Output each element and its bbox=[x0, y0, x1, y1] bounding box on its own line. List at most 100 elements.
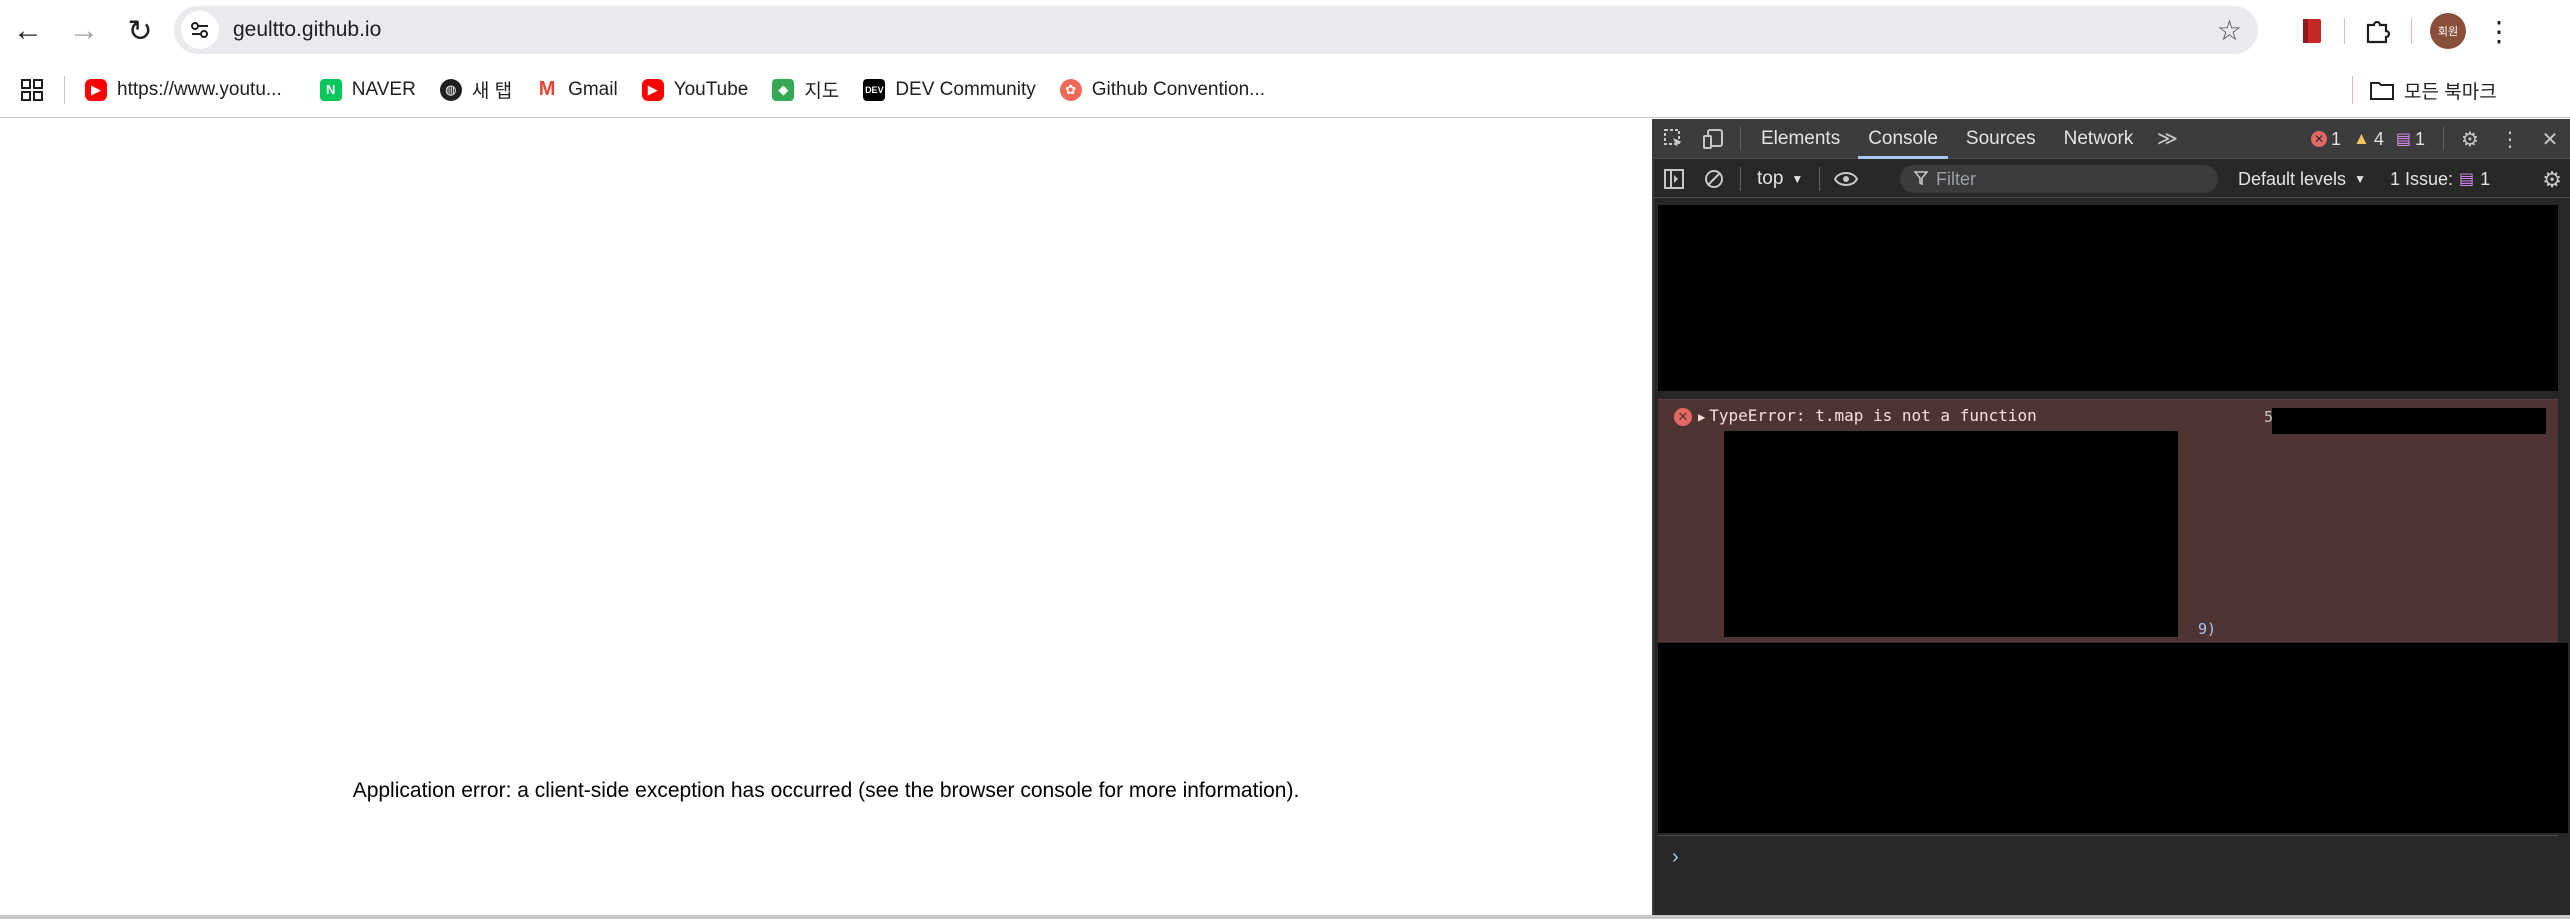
all-bookmarks-label: 모든 북마크 bbox=[2404, 81, 2497, 103]
bookmark-new-tab[interactable]: ◍ 새 탭 bbox=[428, 70, 524, 110]
tab-console[interactable]: Console bbox=[1854, 119, 1952, 159]
url-text[interactable]: geultto.github.io bbox=[233, 18, 381, 42]
error-message-text[interactable]: ▶ TypeError: t.map is not a function bbox=[1698, 406, 2037, 425]
browser-toolbar: ← → ↻ geultto.github.io ☆ 회원 ⋮ bbox=[0, 0, 2570, 62]
warning-count-value: 4 bbox=[2373, 128, 2384, 149]
log-levels-dropdown[interactable]: Default levels ▼ bbox=[2238, 160, 2366, 198]
issues-label: 1 Issue: bbox=[2390, 168, 2454, 189]
tab-network[interactable]: Network bbox=[2050, 119, 2148, 159]
dropdown-arrow-icon: ▼ bbox=[2354, 172, 2366, 186]
error-message-value: TypeError: t.map is not a function bbox=[1709, 406, 2037, 425]
stack-trace-tail[interactable]: 9) bbox=[2198, 620, 2216, 638]
context-selector[interactable]: top ▼ bbox=[1747, 168, 1813, 190]
filter-placeholder: Filter bbox=[1936, 168, 1976, 189]
devtools-panel: Elements Console Sources Network ≫ ✕ 1 ▲… bbox=[1652, 119, 2570, 915]
error-icon: ✕ bbox=[1674, 408, 1692, 426]
console-settings-gear-icon[interactable]: ⚙ bbox=[2542, 167, 2562, 193]
more-tabs-icon[interactable]: ≫ bbox=[2147, 119, 2187, 159]
bookmark-youtube-url[interactable]: ▶ https://www.youtu... bbox=[73, 70, 294, 110]
globe-icon: ◍ bbox=[439, 78, 462, 101]
redacted-stack-trace bbox=[1724, 431, 2178, 637]
error-count[interactable]: ✕ 1 bbox=[2311, 129, 2341, 150]
application-error-text: Application error: a client-side excepti… bbox=[352, 779, 1300, 802]
all-bookmarks-button[interactable]: 모든 북마크 bbox=[2370, 62, 2497, 118]
warning-count[interactable]: ▲ 4 bbox=[2353, 129, 2384, 150]
dropdown-arrow-icon: ▼ bbox=[1791, 171, 1804, 186]
issues-badge-value: 1 bbox=[2480, 168, 2491, 189]
extension-book-icon[interactable] bbox=[2300, 17, 2326, 45]
devtools-divider bbox=[2443, 127, 2444, 151]
github-convention-icon: ✿ bbox=[1059, 78, 1082, 101]
bookmark-github-convention[interactable]: ✿ Github Convention... bbox=[1048, 70, 1277, 110]
redacted-source-link bbox=[2272, 408, 2546, 434]
browser-menu-icon[interactable]: ⋮ bbox=[2484, 3, 2514, 59]
bookmarks-divider bbox=[64, 75, 65, 104]
redacted-console-area bbox=[1658, 205, 2558, 391]
console-error-message[interactable]: ✕ ▶ TypeError: t.map is not a function 5 … bbox=[1658, 399, 2558, 642]
sidebar-toggle-icon[interactable] bbox=[1654, 159, 1694, 199]
more-options-icon[interactable]: ⋮ bbox=[2490, 119, 2530, 159]
context-value: top bbox=[1757, 167, 1784, 189]
folder-icon bbox=[2370, 82, 2394, 100]
console-filter-input[interactable]: Filter bbox=[1900, 165, 2218, 193]
error-count-value: 1 bbox=[2331, 128, 2342, 149]
warning-icon: ▲ bbox=[2353, 129, 2370, 148]
close-devtools-icon[interactable]: ✕ bbox=[2530, 119, 2570, 159]
bookmark-naver[interactable]: N NAVER bbox=[308, 70, 428, 110]
reload-button[interactable]: ↻ bbox=[112, 3, 168, 59]
tune-icon bbox=[191, 22, 208, 38]
bookmarks-divider bbox=[2352, 76, 2353, 104]
issues-counter[interactable]: 1 Issue: ▤ 1 bbox=[2390, 160, 2490, 198]
reload-icon: ↻ bbox=[127, 14, 153, 48]
devtools-tab-bar: Elements Console Sources Network ≫ ✕ 1 ▲… bbox=[1654, 119, 2570, 159]
tab-elements[interactable]: Elements bbox=[1747, 119, 1854, 159]
page-content: Application error: a client-side excepti… bbox=[0, 119, 1652, 915]
devtools-divider bbox=[1740, 166, 1741, 191]
bookmark-label: NAVER bbox=[351, 78, 416, 100]
devtools-status: ✕ 1 ▲ 4 ▤ 1 ⚙ ⋮ ✕ bbox=[2311, 119, 2570, 159]
redacted-console-area bbox=[1658, 643, 2568, 833]
clear-console-icon[interactable] bbox=[1694, 159, 1734, 199]
bookmark-label: https://www.youtu... bbox=[117, 78, 282, 100]
forward-button[interactable]: → bbox=[56, 3, 112, 59]
tab-sources[interactable]: Sources bbox=[1952, 119, 2050, 159]
bookmark-label: 지도 bbox=[804, 81, 840, 102]
issue-icon: ▤ bbox=[2395, 131, 2411, 148]
naver-icon: N bbox=[319, 78, 342, 101]
apps-grid-icon[interactable] bbox=[0, 62, 64, 118]
toolbar-right: 회원 ⋮ bbox=[2300, 0, 2514, 62]
console-prompt[interactable]: › bbox=[1658, 835, 2558, 915]
extensions-puzzle-icon[interactable] bbox=[2363, 16, 2393, 46]
bookmark-gmail[interactable]: M Gmail bbox=[524, 70, 630, 110]
issue-icon: ▤ bbox=[2459, 171, 2475, 188]
site-info-button[interactable] bbox=[181, 11, 219, 49]
bookmark-maps[interactable]: ◆ 지도 bbox=[760, 70, 851, 110]
log-levels-value: Default levels bbox=[2238, 168, 2347, 189]
maps-icon: ◆ bbox=[772, 78, 795, 101]
bookmark-star-icon[interactable]: ☆ bbox=[2217, 14, 2242, 47]
device-toolbar-icon[interactable] bbox=[1694, 119, 1734, 159]
youtube-icon: ▶ bbox=[85, 78, 107, 101]
prompt-caret-icon: › bbox=[1672, 846, 1679, 868]
profile-avatar[interactable]: 회원 bbox=[2430, 13, 2466, 49]
toolbar-divider bbox=[2344, 18, 2345, 44]
issue-count[interactable]: ▤ 1 bbox=[2396, 129, 2425, 150]
address-bar[interactable]: geultto.github.io ☆ bbox=[174, 6, 2258, 54]
inspect-element-icon[interactable] bbox=[1654, 119, 1694, 159]
error-icon: ✕ bbox=[2311, 131, 2327, 147]
bookmark-label: Gmail bbox=[568, 78, 618, 100]
bookmark-youtube[interactable]: ▶ YouTube bbox=[630, 70, 761, 110]
dev-icon: DEV bbox=[863, 78, 886, 101]
devtools-divider bbox=[1740, 126, 1741, 151]
youtube-icon: ▶ bbox=[641, 78, 664, 101]
bookmark-label: DEV Community bbox=[895, 78, 1036, 100]
back-button[interactable]: ← bbox=[0, 3, 56, 59]
forward-arrow-icon: → bbox=[69, 14, 99, 47]
live-expression-eye-icon[interactable] bbox=[1826, 159, 1866, 199]
settings-gear-icon[interactable]: ⚙ bbox=[2450, 119, 2490, 159]
bookmark-dev-community[interactable]: DEV DEV Community bbox=[851, 70, 1047, 110]
expand-triangle-icon[interactable]: ▶ bbox=[1698, 410, 1705, 424]
back-arrow-icon: ← bbox=[13, 14, 43, 47]
issue-count-value: 1 bbox=[2414, 128, 2425, 149]
filter-funnel-icon bbox=[1913, 169, 1929, 190]
